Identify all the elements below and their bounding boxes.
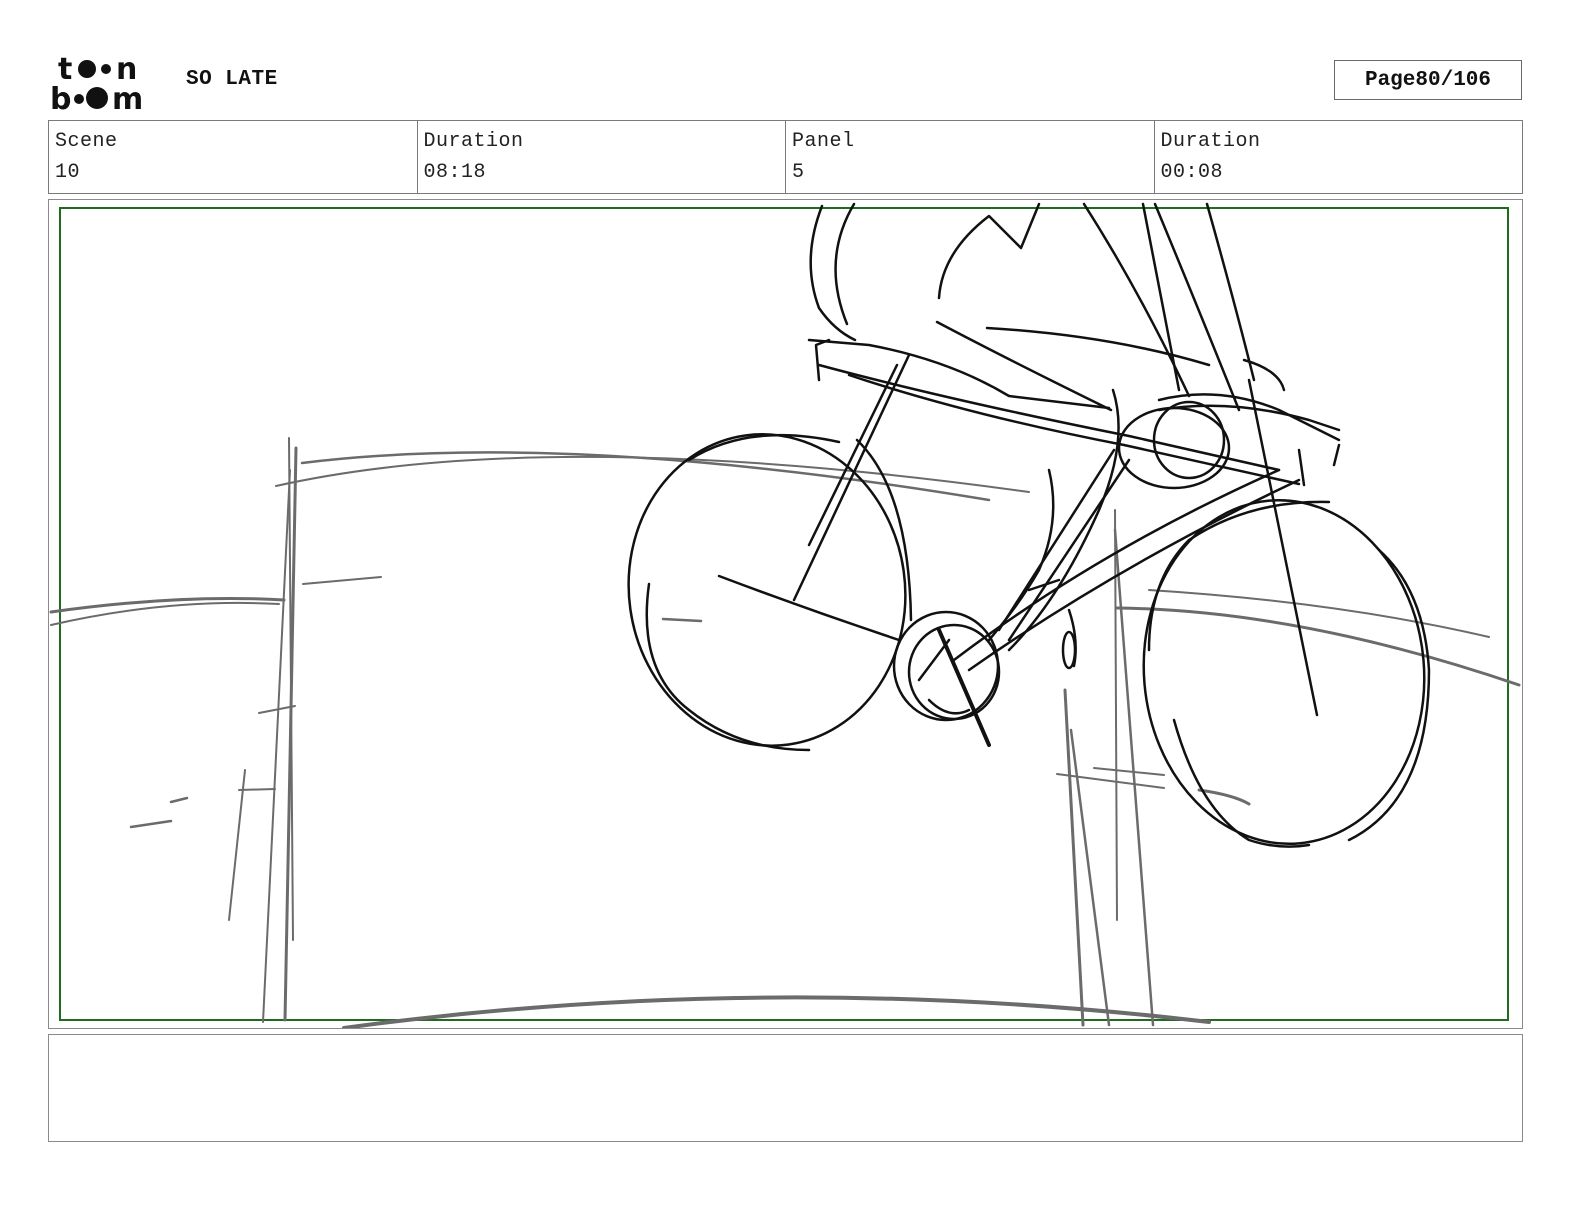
panel-label: Panel	[792, 130, 855, 153]
panel-duration-label: Duration	[1160, 130, 1261, 153]
scene-label: Scene	[55, 130, 118, 153]
scene-duration-value: 08:18	[423, 161, 487, 184]
scene-value: 10	[55, 161, 81, 184]
background-lines	[49, 437, 1521, 1028]
panel-info-row: Scene 10 Duration 08:18 Panel 5 Duration…	[48, 120, 1523, 194]
toon-boom-logo: t n b m	[50, 52, 143, 112]
panel-duration-value: 00:08	[1160, 161, 1224, 184]
panel-cell: Panel 5	[786, 121, 1155, 193]
panel-notes	[48, 1034, 1523, 1142]
panel-duration-cell: Duration 00:08	[1155, 121, 1523, 193]
page-number: 80/106	[1415, 68, 1492, 92]
svg-text:b: b	[50, 82, 71, 112]
safe-frame	[59, 207, 1509, 1021]
page-label: Page	[1364, 68, 1416, 92]
scene-cell: Scene 10	[49, 121, 418, 193]
scene-duration-cell: Duration 08:18	[418, 121, 786, 193]
cyclist-lines	[627, 202, 1431, 848]
page-indicator: Page 80/106	[1334, 60, 1522, 100]
panel-value: 5	[792, 161, 805, 184]
cyclist-sketch	[49, 202, 1521, 1028]
svg-text:m: m	[112, 82, 143, 112]
scene-duration-label: Duration	[423, 130, 524, 153]
project-title: SO LATE	[186, 68, 278, 91]
storyboard-panel	[48, 199, 1523, 1029]
